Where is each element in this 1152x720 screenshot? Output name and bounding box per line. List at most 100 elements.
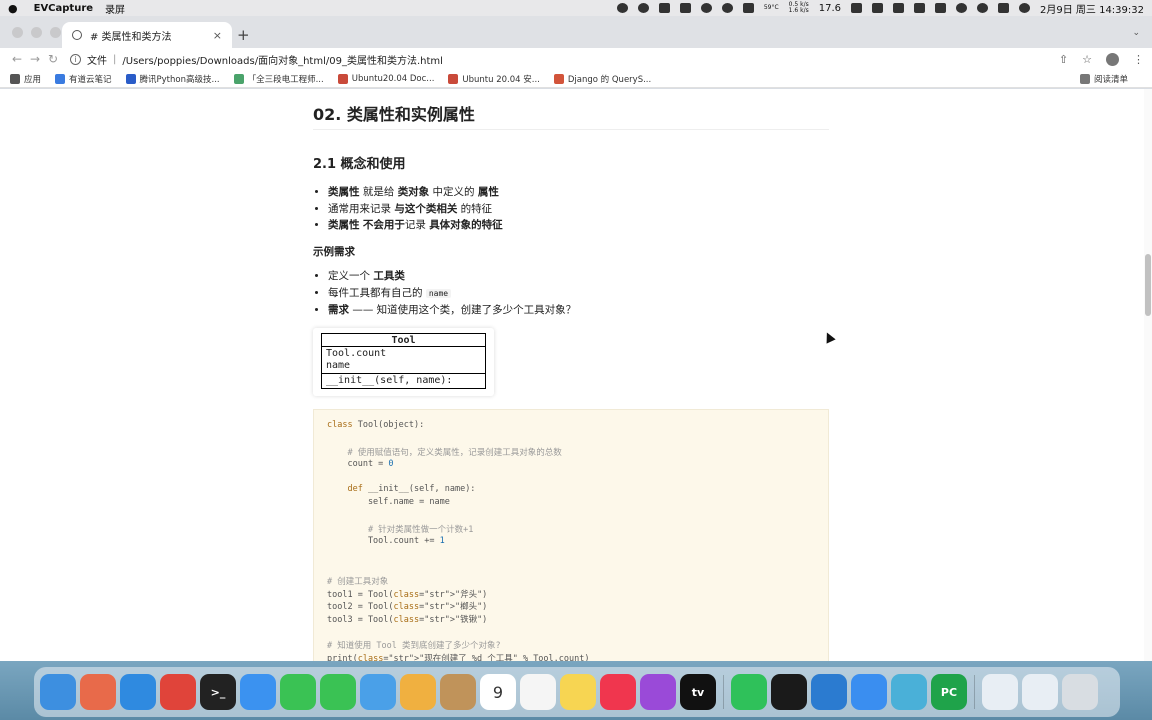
apple-menu-icon[interactable]: ● xyxy=(8,2,18,15)
siri-icon[interactable] xyxy=(1019,3,1030,13)
back-arrow-icon[interactable]: ← xyxy=(8,52,26,66)
url-separator: | xyxy=(113,53,117,65)
dock-reminders-icon[interactable] xyxy=(520,674,556,710)
code-line: tool2 = Tool(class="str">"榔头") xyxy=(327,602,488,613)
dock-safari-icon[interactable] xyxy=(120,674,156,710)
star-icon[interactable] xyxy=(616,3,628,13)
dock-maps-icon[interactable] xyxy=(360,674,396,710)
swirl-icon[interactable] xyxy=(637,3,649,13)
wifi-icon[interactable] xyxy=(956,3,967,13)
tab-active[interactable]: # 类属性和类方法 × xyxy=(62,22,232,48)
reading-list[interactable]: 阅读清单 xyxy=(1079,73,1128,85)
dock-contacts-icon[interactable] xyxy=(440,674,476,710)
inline-code: name xyxy=(425,288,452,298)
menu-item-record[interactable]: 录屏 xyxy=(105,1,125,16)
dock-baidunetdisk-icon[interactable] xyxy=(851,674,887,710)
reload-icon[interactable]: ↻ xyxy=(44,52,62,66)
bookmark-engineer[interactable]: 「全三段电工程师... xyxy=(233,73,324,85)
dock-pycharm-icon[interactable]: PC xyxy=(931,674,967,710)
bookmark-star-icon[interactable]: ☆ xyxy=(1082,53,1092,66)
qq-status-icon[interactable] xyxy=(700,3,712,13)
url-text[interactable]: /Users/poppies/Downloads/面向对象_html/09_类属… xyxy=(122,52,443,67)
dock-trash-icon[interactable] xyxy=(1062,674,1098,710)
app-menu[interactable]: EVCapture xyxy=(34,3,93,14)
code-line: Tool.count += 1 xyxy=(327,536,445,547)
dock-chrome-icon[interactable] xyxy=(160,674,196,710)
window-controls xyxy=(12,27,61,38)
dock-divider xyxy=(974,675,975,709)
bookmark-ubuntu-doc[interactable]: Ubuntu20.04 Doc... xyxy=(337,73,434,84)
code-line: tool3 = Tool(class="str">"铁锹") xyxy=(327,615,488,626)
address-bar[interactable]: i 文件 | /Users/poppies/Downloads/面向对象_htm… xyxy=(70,49,1030,69)
dock-calendar-icon[interactable]: 9 xyxy=(480,674,516,710)
code-line: self.name = name xyxy=(327,497,450,508)
code-line: def __init__(self, name): xyxy=(347,484,476,495)
wechat-status-icon[interactable] xyxy=(721,3,733,13)
search-icon[interactable] xyxy=(977,3,988,13)
file-scheme-label: 文件 xyxy=(87,55,107,67)
clock[interactable]: 2月9日 周三 14:39:32 xyxy=(1040,1,1144,16)
zoom-window-button[interactable] xyxy=(50,27,61,38)
control-center-icon[interactable] xyxy=(998,3,1009,13)
dock-podcasts-icon[interactable] xyxy=(640,674,676,710)
dock-screenshot2-icon[interactable] xyxy=(1022,674,1058,710)
vertical-scrollbar[interactable] xyxy=(1144,89,1152,661)
list-item: 类属性 不会用于记录 具体对象的特征 xyxy=(328,217,503,234)
bluetooth-icon[interactable] xyxy=(893,3,904,13)
app-status-icon[interactable] xyxy=(679,3,691,13)
minimize-window-button[interactable] xyxy=(31,27,42,38)
bookmark-apps[interactable]: 应用 xyxy=(10,73,41,85)
bookmark-youdao[interactable]: 有道云笔记 xyxy=(55,73,112,85)
reading-list-icon xyxy=(1079,73,1090,84)
concept-list: 类属性 就是给 类对象 中定义的 属性 通常用来记录 与这个类相关 的特征 类属… xyxy=(328,184,503,234)
list-item: 每件工具都有自己的 name xyxy=(328,285,576,303)
dock-wechat-icon[interactable] xyxy=(731,674,767,710)
dock-finder-icon[interactable] xyxy=(40,674,76,710)
profile-avatar[interactable] xyxy=(1106,52,1119,66)
horse-icon[interactable] xyxy=(851,3,862,13)
volume-icon[interactable] xyxy=(872,3,883,13)
new-tab-button[interactable]: + xyxy=(237,26,250,44)
more-menu-icon[interactable]: ⋮ xyxy=(1133,53,1144,66)
cluster-icon[interactable] xyxy=(658,3,670,13)
forward-arrow-icon[interactable]: → xyxy=(26,52,44,66)
dock-music-icon[interactable] xyxy=(600,674,636,710)
youdao-icon xyxy=(55,73,66,84)
dock-launchpad-icon[interactable] xyxy=(80,674,116,710)
dock-terminal-icon[interactable]: >_ xyxy=(200,674,236,710)
dock-mail-icon[interactable] xyxy=(240,674,276,710)
dock-tv-icon[interactable]: tv xyxy=(680,674,716,710)
info-icon[interactable]: i xyxy=(70,53,81,65)
bookmark-ubuntu-install[interactable]: Ubuntu 20.04 安... xyxy=(448,73,540,85)
globe-icon xyxy=(72,30,82,40)
dock: >_ 9 tv PC xyxy=(34,667,1120,717)
dock-facetime-icon[interactable] xyxy=(280,674,316,710)
battery-percent[interactable]: 17.6 xyxy=(819,3,841,14)
input-method-icon[interactable] xyxy=(914,3,925,13)
bookmark-django[interactable]: Django 的 QueryS... xyxy=(553,73,651,85)
close-window-button[interactable] xyxy=(12,27,23,38)
share-icon[interactable]: ⇧ xyxy=(1059,53,1068,66)
tencent-icon xyxy=(125,73,136,84)
grid-status-icon[interactable] xyxy=(742,3,754,13)
scrollbar-thumb[interactable] xyxy=(1145,254,1151,316)
close-tab-icon[interactable]: × xyxy=(213,29,222,42)
tab-strip: # 类属性和类方法 × + ⌄ xyxy=(0,16,1152,48)
dock-qq-icon[interactable] xyxy=(771,674,807,710)
dock-photos-icon[interactable] xyxy=(400,674,436,710)
uml-attributes: Tool.count name xyxy=(322,347,485,374)
dock-vscode-icon[interactable] xyxy=(811,674,847,710)
dock-screenshot1-icon[interactable] xyxy=(982,674,1018,710)
cpu-temp: 59°C xyxy=(763,4,779,11)
battery-icon[interactable] xyxy=(935,3,946,13)
uml-class-name: Tool xyxy=(322,334,485,347)
code-line: tool1 = Tool(class="str">"斧头") xyxy=(327,589,488,600)
dock-app-blue-icon[interactable] xyxy=(891,674,927,710)
dock-notes-icon[interactable] xyxy=(560,674,596,710)
bookmark-tencent[interactable]: 腾讯Python高级技... xyxy=(125,73,220,85)
tab-search-chevron-icon[interactable]: ⌄ xyxy=(1132,28,1140,38)
dock-messages-icon[interactable] xyxy=(320,674,356,710)
